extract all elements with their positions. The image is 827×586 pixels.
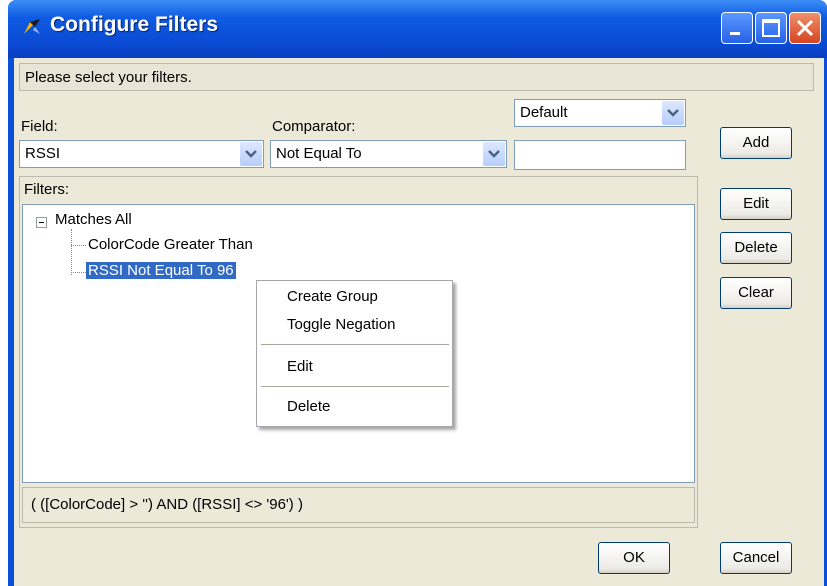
value-mode-dropdown[interactable]: Default	[514, 99, 686, 127]
filter-expression: ( ([ColorCode] > '') AND ([RSSI] <> '96'…	[31, 496, 303, 513]
maximize-icon	[762, 19, 780, 37]
minimize-button[interactable]	[721, 12, 753, 44]
collapse-icon[interactable]	[36, 217, 47, 228]
info-text: Please select your filters.	[25, 69, 192, 86]
filter-expression-bar: ( ([ColorCode] > '') AND ([RSSI] <> '96'…	[22, 487, 695, 523]
tree-connector	[71, 229, 72, 275]
chevron-down-icon[interactable]	[662, 101, 684, 125]
window-title: Configure Filters	[50, 13, 219, 36]
field-dropdown[interactable]: RSSI	[19, 140, 264, 168]
title-bar[interactable]: Configure Filters	[8, 0, 827, 58]
comparator-value: Not Equal To	[276, 145, 362, 162]
menu-item-delete[interactable]: Delete	[287, 398, 330, 415]
field-value: RSSI	[25, 145, 61, 162]
chevron-down-icon[interactable]	[240, 142, 262, 166]
menu-item-edit[interactable]: Edit	[287, 358, 313, 375]
close-button[interactable]	[789, 12, 821, 44]
menu-item-create-group[interactable]: Create Group	[287, 288, 378, 305]
comparator-dropdown[interactable]: Not Equal To	[270, 140, 507, 168]
ok-button[interactable]: OK	[598, 542, 670, 574]
value-input[interactable]	[514, 140, 686, 170]
filters-label: Filters:	[24, 181, 69, 198]
tree-connector	[71, 245, 86, 246]
tree-item-rssi-selected[interactable]: RSSI Not Equal To 96	[86, 262, 236, 279]
tree-root-matches-all[interactable]: Matches All	[55, 211, 132, 228]
value-mode-value: Default	[520, 104, 568, 121]
add-button[interactable]: Add	[720, 127, 792, 159]
chevron-down-icon[interactable]	[483, 142, 505, 166]
app-icon	[24, 19, 40, 34]
clear-button[interactable]: Clear	[720, 277, 792, 309]
menu-item-toggle-negation[interactable]: Toggle Negation	[287, 316, 395, 333]
menu-separator	[261, 386, 449, 387]
cancel-button[interactable]: Cancel	[720, 542, 792, 574]
maximize-button[interactable]	[755, 12, 787, 44]
delete-button[interactable]: Delete	[720, 232, 792, 264]
tree-item-colorcode[interactable]: ColorCode Greater Than	[88, 236, 253, 253]
close-icon	[796, 19, 814, 37]
comparator-label: Comparator:	[272, 118, 356, 135]
menu-separator	[261, 344, 449, 345]
minimize-icon	[730, 32, 740, 35]
info-bar: Please select your filters.	[19, 63, 814, 91]
field-label: Field:	[21, 118, 58, 135]
tree-connector	[71, 272, 86, 273]
edit-button[interactable]: Edit	[720, 188, 792, 220]
context-menu: Create Group Toggle Negation Edit Delete	[256, 280, 453, 427]
